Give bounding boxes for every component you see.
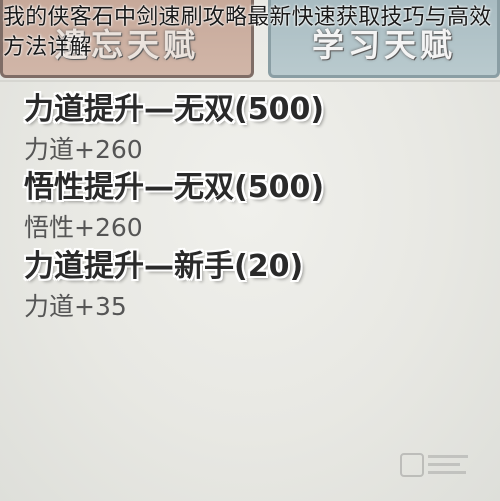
talent-name: 力道提升—无双(500)	[24, 92, 325, 127]
talent-item[interactable]: 悟性提升—无双(500) 悟性+260	[24, 170, 324, 244]
talent-name: 力道提升—新手(20)	[24, 249, 304, 284]
article-title-caption: 我的侠客石中剑速刷攻略最新快速获取技巧与高效方法详解	[3, 5, 492, 60]
watermark-logo-icon	[400, 449, 470, 479]
game-screen: 遗忘天赋 学习天赋 我的侠客石中剑速刷攻略最新快速获取技巧与高效方法详解 力道提…	[0, 0, 500, 501]
talent-item[interactable]: 力道提升—无双(500) 力道+260	[24, 92, 324, 166]
tab-divider	[0, 80, 500, 82]
talent-name: 悟性提升—无双(500)	[24, 170, 325, 205]
talent-effect: 力道+35	[24, 292, 127, 321]
talent-effect: 力道+260	[24, 135, 143, 164]
talent-effect: 悟性+260	[24, 213, 143, 242]
talent-item[interactable]: 力道提升—新手(20) 力道+35	[24, 249, 303, 323]
